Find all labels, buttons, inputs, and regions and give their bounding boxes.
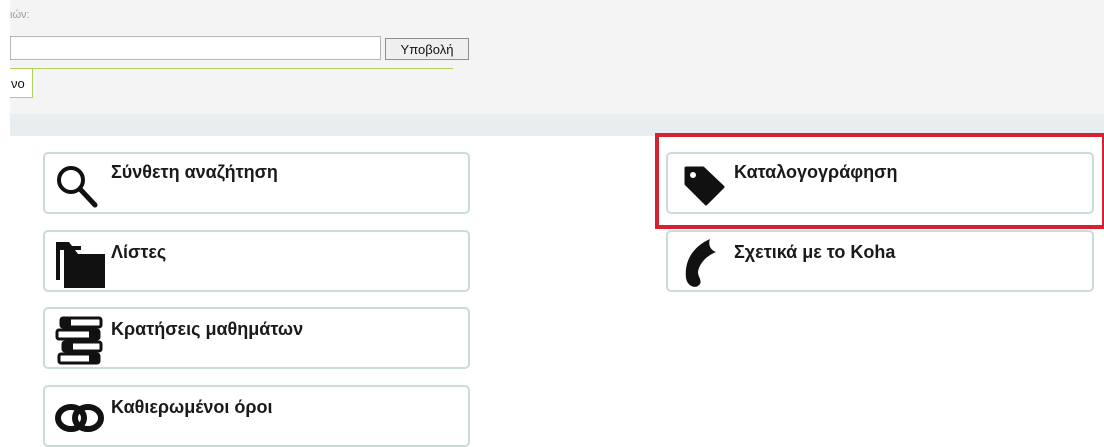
lists-label: Λίστες [111, 242, 167, 262]
advanced-search-label: Σύνθετη αναζήτηση [111, 162, 278, 182]
authorities-label: Καθιερωμένοι όροι [111, 397, 273, 417]
koha-logo-icon [682, 238, 718, 295]
course-reserves-label: Κρατήσεις μαθημάτων [111, 319, 304, 339]
authorities-button[interactable]: Καθιερωμένοι όροι [43, 385, 470, 447]
submit-button[interactable]: Υποβολή [385, 38, 469, 60]
tab-active[interactable]: νο [10, 69, 33, 98]
about-koha-label: Σχετικά με το Koha [734, 242, 896, 262]
search-label: ιών: [10, 9, 30, 21]
magnifier-icon [55, 164, 105, 215]
search-input[interactable] [10, 36, 381, 60]
tab-underline [10, 68, 453, 69]
about-koha-button[interactable]: Σχετικά με το Koha [666, 230, 1094, 292]
lists-button[interactable]: Λίστες [43, 230, 470, 292]
folders-icon [55, 240, 107, 293]
course-reserves-button[interactable]: Κρατήσεις μαθημάτων [43, 307, 470, 369]
advanced-search-button[interactable]: Σύνθετη αναζήτηση [43, 152, 470, 214]
chain-link-icon [54, 401, 106, 440]
highlight-frame [655, 133, 1104, 229]
books-icon [53, 316, 105, 371]
